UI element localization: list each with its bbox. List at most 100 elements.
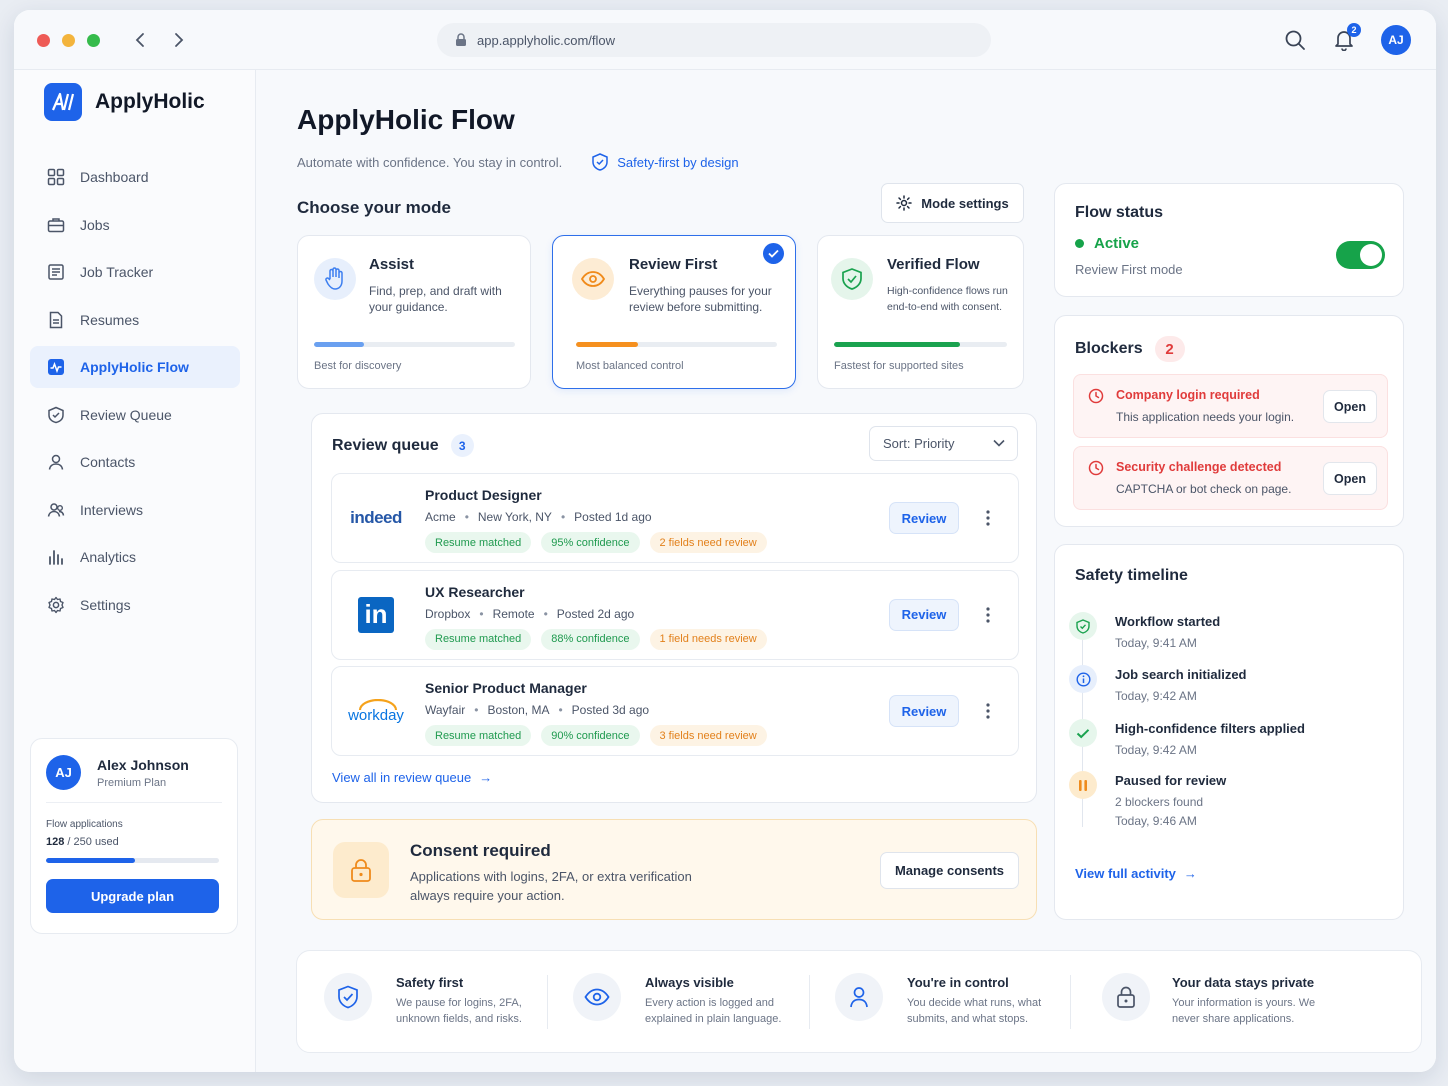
main-content: ApplyHolic Flow Automate with confidence… xyxy=(256,70,1436,1072)
sidebar-item-jobs[interactable]: Jobs xyxy=(30,204,240,246)
forward-button[interactable] xyxy=(168,29,190,51)
alert-clock-icon xyxy=(1088,460,1104,476)
timeline-event-sub: Today, 9:41 AM xyxy=(1115,636,1197,650)
blocker-open-button[interactable]: Open xyxy=(1323,390,1377,423)
hand-icon-wrap xyxy=(314,258,356,300)
blocker-description: This application needs your login. xyxy=(1116,410,1295,424)
minimize-window-button[interactable] xyxy=(62,34,75,47)
search-button[interactable] xyxy=(1282,27,1308,53)
mode-description: Find, prep, and draft with your guidance… xyxy=(369,284,502,314)
feature-description: Your information is yours. We never shar… xyxy=(1172,997,1316,1025)
search-icon xyxy=(1285,30,1305,50)
timeline-dot xyxy=(1069,771,1097,799)
blocker-title: Security challenge detected xyxy=(1116,460,1282,474)
mode-level-bar xyxy=(834,342,1007,347)
shield-check-icon xyxy=(842,268,862,290)
sidebar-item-review-queue[interactable]: Review Queue xyxy=(30,394,240,436)
maximize-window-button[interactable] xyxy=(87,34,100,47)
mode-level-bar xyxy=(576,342,777,347)
feature-title: Safety first xyxy=(396,975,464,990)
back-button[interactable] xyxy=(129,29,151,51)
address-bar[interactable]: app.applyholic.com/flow xyxy=(437,23,991,57)
sidebar-item-label: Contacts xyxy=(80,454,136,470)
safety-badge[interactable]: Safety-first by design xyxy=(592,153,739,171)
more-vertical-icon xyxy=(986,510,990,526)
sidebar-item-job-tracker[interactable]: Job Tracker xyxy=(30,251,240,293)
more-options-button[interactable] xyxy=(982,605,994,625)
sidebar-item-analytics[interactable]: Analytics xyxy=(30,536,240,578)
applyholic-logo-icon xyxy=(51,92,75,111)
job-row-ux-researcher[interactable]: in UX Researcher Dropbox • Remote • Posted… xyxy=(331,569,1019,660)
lock-icon xyxy=(351,859,371,882)
mode-title: Verified Flow xyxy=(887,256,980,273)
blocker-open-button[interactable]: Open xyxy=(1323,462,1377,495)
sidebar-item-settings[interactable]: Settings xyxy=(30,584,240,626)
job-company: Acme xyxy=(425,510,456,524)
job-location: New York, NY xyxy=(477,510,552,524)
view-all-review-queue-link[interactable]: View all in review queue → xyxy=(332,770,492,785)
job-row-product-designer[interactable]: indeed Product Designer Acme • New York, … xyxy=(331,473,1019,563)
upgrade-plan-button[interactable]: Upgrade plan xyxy=(46,879,219,913)
job-meta: Wayfair • Boston, MA • Posted 3d ago xyxy=(425,703,650,717)
more-vertical-icon xyxy=(986,606,990,623)
manage-consents-button[interactable]: Manage consents xyxy=(880,852,1019,889)
sidebar-item-dashboard[interactable]: Dashboard xyxy=(30,156,240,198)
user-icon xyxy=(46,452,66,472)
shield-icon xyxy=(324,973,372,1021)
review-button[interactable]: Review xyxy=(889,695,959,727)
consent-title: Consent required xyxy=(410,841,551,860)
page-subtitle: Automate with confidence. You stay in co… xyxy=(297,153,739,171)
feature-item: Always visible Every action is logged an… xyxy=(573,973,805,1027)
avatar[interactable]: AJ xyxy=(46,755,81,790)
sidebar-item-contacts[interactable]: Contacts xyxy=(30,441,240,483)
consent-description: Applications with logins, 2FA, or extra … xyxy=(410,869,692,903)
flow-status-card: Flow status Active Review First mode xyxy=(1054,183,1404,297)
consent-banner: Consent required Applications with login… xyxy=(311,819,1037,920)
workday-logo: workday xyxy=(344,689,408,733)
sidebar-item-interviews[interactable]: Interviews xyxy=(30,489,240,531)
sidebar-item-resumes[interactable]: Resumes xyxy=(30,299,240,341)
job-posted: Posted 3d ago xyxy=(571,703,650,717)
job-row-senior-product-manager[interactable]: workday Senior Product Manager Wayfair • … xyxy=(331,666,1019,756)
timeline-event-title: Job search initialized xyxy=(1115,667,1247,682)
mode-settings-button[interactable]: Mode settings xyxy=(881,183,1024,223)
shield-icon-wrap xyxy=(831,258,873,300)
more-options-button[interactable] xyxy=(982,701,994,721)
status-badge: Active xyxy=(1075,235,1139,252)
mode-card-verified-flow[interactable]: Verified Flow High-confidence flows run … xyxy=(817,235,1024,389)
timeline-dot xyxy=(1069,612,1097,640)
usage-label: Flow applications xyxy=(46,819,123,830)
view-full-activity-link[interactable]: View full activity → xyxy=(1075,866,1197,881)
brand-name: ApplyHolic xyxy=(95,90,205,113)
job-title: Product Designer xyxy=(425,487,542,503)
lock-icon xyxy=(1102,973,1150,1021)
account-avatar[interactable]: AJ xyxy=(1381,25,1411,55)
job-posted: Posted 2d ago xyxy=(556,606,635,621)
review-button[interactable]: Review xyxy=(889,502,959,534)
logo-mark xyxy=(44,83,82,121)
close-window-button[interactable] xyxy=(37,34,50,47)
feature-item: Your data stays private Your information… xyxy=(1102,973,1322,1027)
lock-icon xyxy=(456,33,466,46)
review-button[interactable]: Review xyxy=(889,598,959,631)
notification-count-badge: 2 xyxy=(1347,23,1361,37)
sidebar-item-label: Interviews xyxy=(80,501,144,518)
brand-logo[interactable]: ApplyHolic xyxy=(44,83,205,121)
more-options-button[interactable] xyxy=(982,508,994,528)
job-tag: 2 fields need review xyxy=(649,532,767,553)
flow-icon xyxy=(46,357,66,377)
job-title: Senior Product Manager xyxy=(425,680,587,696)
mode-card-assist[interactable]: Assist Find, prep, and draft with your g… xyxy=(297,235,531,389)
info-icon xyxy=(1075,671,1091,687)
gear-icon xyxy=(896,195,913,211)
job-company: Wayfair xyxy=(425,703,466,717)
job-company: Dropbox xyxy=(425,606,471,621)
sort-label: Sort: Priority xyxy=(883,436,955,451)
notifications-button[interactable]: 2 xyxy=(1331,23,1361,53)
job-tag: 1 field needs review xyxy=(649,628,767,650)
sidebar-item-applyholic-flow[interactable]: ApplyHolic Flow xyxy=(30,346,240,388)
sort-dropdown[interactable]: Sort: Priority xyxy=(869,426,1018,461)
user-card: AJ Alex Johnson Premium Plan Flow applic… xyxy=(30,738,238,934)
flow-active-toggle[interactable] xyxy=(1336,241,1385,269)
mode-card-review-first[interactable]: Review First Everything pauses for your … xyxy=(552,235,796,389)
